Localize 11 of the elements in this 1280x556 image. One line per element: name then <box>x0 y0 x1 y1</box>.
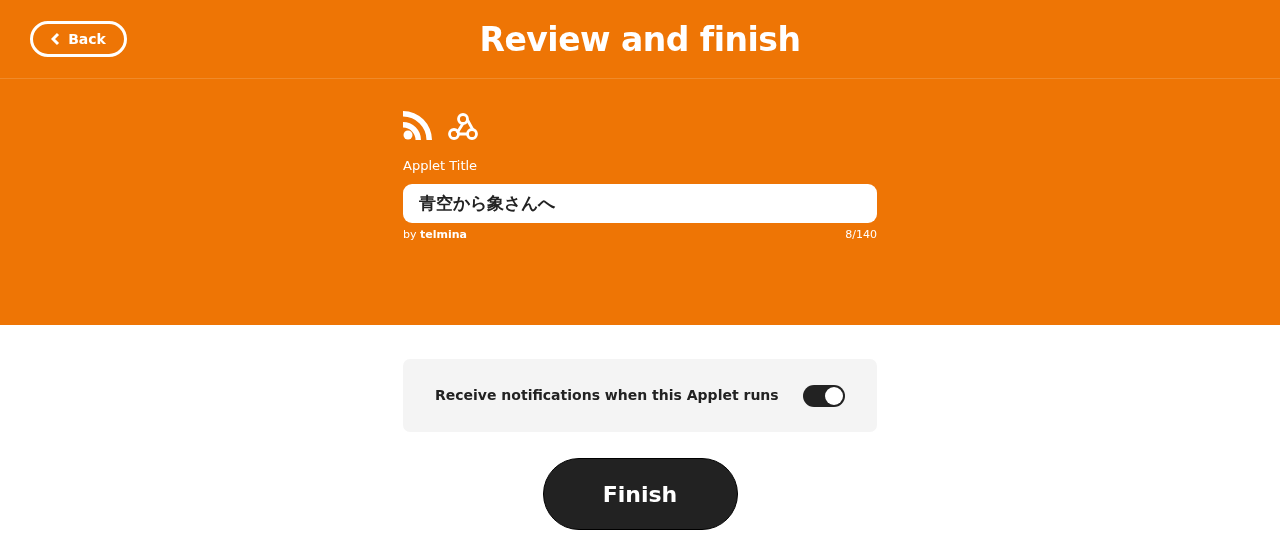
notification-label: Receive notifications when this Applet runs <box>435 386 779 405</box>
notification-toggle[interactable] <box>803 384 845 407</box>
webhook-icon <box>448 111 478 140</box>
author-byline: by telmina <box>403 226 467 243</box>
finish-button[interactable]: Finish <box>542 458 738 530</box>
character-counter: 8/140 <box>845 226 877 243</box>
rss-icon <box>403 111 432 140</box>
page-title: Review and finish <box>479 20 801 59</box>
field-label: Applet Title <box>403 157 479 175</box>
title-input-field[interactable]: 青空から象さんへ <box>403 183 877 223</box>
chevron-left-icon <box>51 32 61 46</box>
